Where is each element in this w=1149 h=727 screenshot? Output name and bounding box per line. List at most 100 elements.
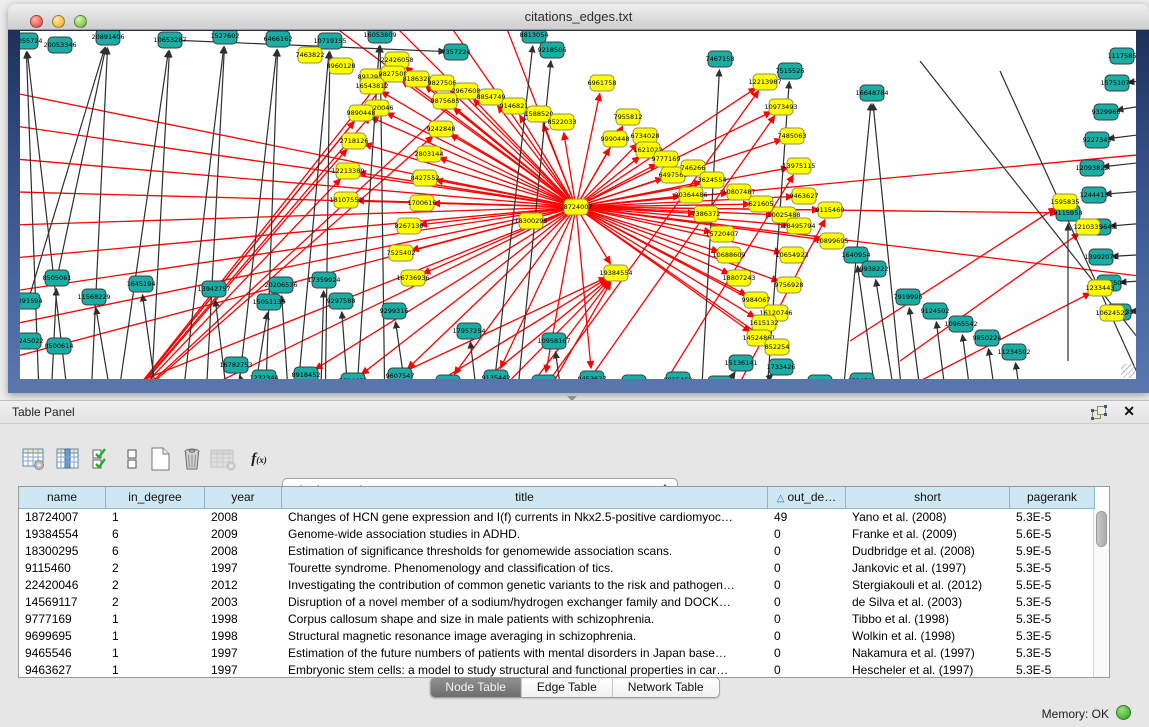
graph-node[interactable]: 8918452: [292, 367, 321, 379]
graph-node[interactable]: 2803144: [415, 146, 444, 162]
graph-node[interactable]: 7955812: [614, 109, 643, 125]
graph-node[interactable]: 9135442: [482, 370, 511, 379]
graph-node[interactable]: 7386372: [692, 206, 721, 222]
graph-node[interactable]: 16648784: [855, 85, 888, 101]
column-header-pagerank[interactable]: pagerank: [1010, 487, 1095, 509]
graph-node[interactable]: 2718126: [340, 133, 369, 149]
graph-node[interactable]: 1645194: [127, 276, 156, 292]
table-row[interactable]: 911546021997Tourette syndrome. Phenomeno…: [19, 560, 1093, 577]
graph-node[interactable]: 7485063: [778, 128, 807, 144]
graph-node[interactable]: 9329966: [1092, 104, 1121, 120]
graph-node[interactable]: 9115460: [816, 202, 845, 218]
graph-node[interactable]: 9453627: [578, 371, 607, 379]
graph-node[interactable]: 10244514: [527, 375, 560, 379]
graph-node[interactable]: 12213987: [748, 74, 781, 90]
graph-node[interactable]: 10958167: [537, 333, 570, 349]
graph-node[interactable]: 9124455: [806, 375, 835, 379]
graph-node[interactable]: 10654923: [775, 247, 808, 263]
graph-node[interactable]: 9756928: [775, 277, 804, 293]
graph-node[interactable]: 852254: [765, 339, 790, 355]
column-header-name[interactable]: name: [19, 487, 106, 509]
graph-node[interactable]: 20053346: [43, 37, 76, 53]
new-table-icon[interactable]: [146, 445, 174, 473]
graph-node[interactable]: 12213389: [331, 163, 364, 179]
graph-node[interactable]: 8500614: [45, 338, 74, 354]
graph-node[interactable]: 18107552: [329, 192, 362, 208]
graph-node[interactable]: 9875685: [431, 93, 460, 109]
graph-node[interactable]: 7919996: [894, 289, 923, 305]
graph-node[interactable]: 10653287: [153, 32, 186, 48]
graph-node[interactable]: 1232344: [250, 370, 279, 379]
graph-node[interactable]: 19384554: [599, 265, 632, 281]
float-panel-icon[interactable]: [1091, 405, 1107, 420]
graph-node[interactable]: 9297588: [327, 293, 356, 309]
table-row[interactable]: 946362711997Embryonic stem cells: a mode…: [19, 662, 1093, 677]
table-row[interactable]: 1456911722003Disruption of a novel membe…: [19, 594, 1093, 611]
column-header-year[interactable]: year: [205, 487, 282, 509]
table-row[interactable]: 2242004622012Investigating the contribut…: [19, 577, 1093, 594]
graph-node[interactable]: 9463627: [790, 188, 819, 204]
select-column-icon[interactable]: [54, 445, 82, 473]
graph-node[interactable]: 10624522: [1095, 305, 1128, 321]
graph-node[interactable]: 9124502: [921, 303, 950, 319]
graph-node[interactable]: 20891406: [91, 31, 124, 45]
graph-node[interactable]: 13942757: [197, 281, 230, 297]
graph-node[interactable]: 1210335: [1074, 219, 1103, 235]
function-builder-fx-icon[interactable]: f(x): [242, 445, 276, 473]
graph-node[interactable]: 15720407: [705, 226, 738, 242]
graph-node[interactable]: 9990448: [601, 131, 630, 147]
graph-node[interactable]: 18724007: [559, 199, 592, 215]
row-height-icon[interactable]: [118, 445, 146, 473]
graph-node[interactable]: 15751074: [1100, 75, 1133, 91]
graph-node[interactable]: 8154404: [620, 375, 649, 379]
memory-status-indicator[interactable]: [1116, 705, 1131, 720]
graph-node[interactable]: 1615132: [750, 315, 779, 331]
graph-node[interactable]: 7357224: [442, 44, 471, 60]
graph-node[interactable]: 9391594: [20, 293, 42, 309]
graph-node[interactable]: 15136141: [724, 355, 757, 371]
graph-node[interactable]: 9607547: [386, 368, 415, 379]
graph-node[interactable]: 20206526: [264, 277, 297, 293]
column-header-short[interactable]: short: [846, 487, 1010, 509]
graph-node[interactable]: 16053809: [363, 31, 396, 43]
table-settings-icon[interactable]: [20, 445, 48, 473]
graph-node[interactable]: 3624554: [698, 172, 727, 188]
graph-node[interactable]: 20364486: [674, 187, 707, 203]
graph-node[interactable]: 1117585: [1108, 48, 1136, 64]
network-window-titlebar[interactable]: citations_edges.txt: [8, 4, 1149, 30]
graph-node[interactable]: 1244413: [1080, 187, 1109, 203]
graph-node[interactable]: 9915460: [664, 372, 693, 379]
tab-node-table[interactable]: Node Table: [430, 678, 521, 697]
graph-node[interactable]: 14055724: [20, 33, 43, 49]
graph-node[interactable]: 11234502: [997, 344, 1030, 360]
graph-node[interactable]: 1700616: [408, 195, 437, 211]
graph-node[interactable]: 15051135: [252, 294, 285, 310]
column-header-out_de[interactable]: △out_de…: [768, 487, 846, 509]
graph-node[interactable]: 8427552: [411, 170, 440, 186]
graph-node[interactable]: 8960128: [327, 58, 356, 74]
graph-node[interactable]: 9299316: [380, 303, 409, 319]
graph-node[interactable]: 9245022: [20, 333, 43, 349]
table-row[interactable]: 946554611997Estimation of the future num…: [19, 645, 1093, 662]
graph-node[interactable]: 8267130: [395, 218, 424, 234]
graph-node[interactable]: 1733426: [767, 359, 796, 375]
graph-node[interactable]: 8522033: [548, 114, 577, 130]
tab-edge-table[interactable]: Edge Table: [521, 678, 612, 697]
graph-node[interactable]: 621605: [749, 196, 774, 212]
graph-node[interactable]: 6961758: [588, 75, 617, 91]
graph-node[interactable]: 17957254: [452, 323, 485, 339]
select-attributes-icon[interactable]: [88, 445, 116, 473]
graph-node[interactable]: 17359924: [307, 272, 340, 288]
graph-node[interactable]: 7467158: [706, 51, 735, 67]
graph-node[interactable]: 7624453: [339, 373, 368, 379]
graph-node[interactable]: 10688609: [712, 247, 745, 263]
graph-node[interactable]: 7463822: [296, 47, 325, 63]
graph-node[interactable]: 13992071: [1084, 249, 1117, 265]
scrollbar-thumb[interactable]: [1096, 511, 1107, 547]
graph-node[interactable]: 18300295: [514, 213, 547, 229]
graph-node[interactable]: 9777169: [652, 151, 681, 167]
table-row[interactable]: 1872400712008Changes of HCN gene express…: [19, 509, 1093, 526]
table-row[interactable]: 969969511998Structural magnetic resonanc…: [19, 628, 1093, 645]
delete-attribute-trash-icon[interactable]: [178, 445, 206, 473]
graph-node[interactable]: 9242848: [427, 121, 456, 137]
